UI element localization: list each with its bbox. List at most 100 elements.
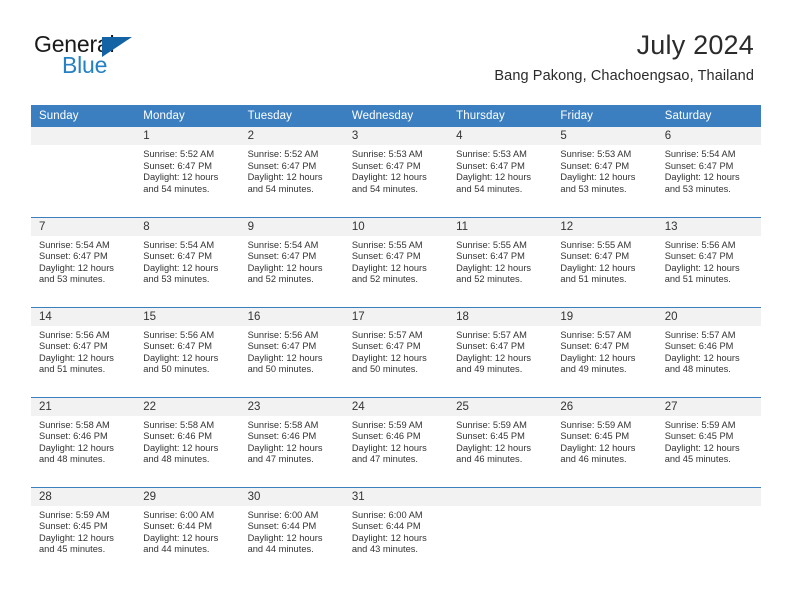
daylight-duration-line2: and 44 minutes.	[143, 544, 210, 555]
sunset-time: Sunset: 6:47 PM	[351, 251, 421, 262]
day-sun-info: Sunrise: 5:55 AM Sunset: 6:47 PM Daylight:…	[552, 236, 656, 286]
day-cell-content: 8 Sunrise: 5:54 AM Sunset: 6:47 PM Daylight…	[135, 217, 240, 307]
day-number: 28	[31, 487, 136, 506]
sunrise-time: Sunrise: 5:54 AM	[143, 239, 215, 250]
calendar-day-cell[interactable]: 25 Sunrise: 5:59 AM Sunset: 6:45 PM Dayligh…	[448, 396, 553, 487]
calendar-day-cell[interactable]: 9 Sunrise: 5:54 AM Sunset: 6:47 PM Daylight…	[239, 216, 344, 307]
title-block: July 2024 Bang Pakong, Chachoengsao, Tha…	[494, 30, 754, 84]
general-blue-logo[interactable]: General Blue	[34, 33, 254, 81]
calendar-day-cell[interactable]: 7 Sunrise: 5:54 AM Sunset: 6:47 PM Daylight…	[31, 216, 136, 307]
day-cell-content: 4 Sunrise: 5:53 AM Sunset: 6:47 PM Daylight…	[448, 127, 553, 216]
sunrise-time: Sunrise: 5:53 AM	[560, 149, 632, 159]
sunset-time: Sunset: 6:45 PM	[664, 431, 734, 442]
weekday-header-sunday: Sunday	[31, 105, 136, 127]
sunset-time: Sunset: 6:45 PM	[560, 431, 630, 442]
calendar-day-cell[interactable]: 13 Sunrise: 5:56 AM Sunset: 6:47 PM Dayligh…	[656, 216, 761, 307]
calendar-day-cell[interactable]: 26 Sunrise: 5:59 AM Sunset: 6:45 PM Dayligh…	[552, 396, 657, 487]
calendar-day-cell[interactable]: 20 Sunrise: 5:57 AM Sunset: 6:46 PM Dayligh…	[656, 306, 761, 397]
day-sun-info: Sunrise: 5:52 AM Sunset: 6:47 PM Daylight:…	[135, 145, 239, 195]
sunrise-time: Sunrise: 5:59 AM	[351, 419, 423, 430]
day-cell-content: 7 Sunrise: 5:54 AM Sunset: 6:47 PM Daylight…	[31, 217, 136, 307]
sunrise-time: Sunrise: 5:54 AM	[247, 239, 319, 250]
day-sun-info: Sunrise: 5:59 AM Sunset: 6:45 PM Daylight:…	[31, 506, 135, 556]
daylight-duration-line1: Daylight: 12 hours	[351, 262, 427, 273]
sunset-time: Sunset: 6:47 PM	[143, 160, 213, 171]
calendar-day-cell[interactable]: 14 Sunrise: 5:56 AM Sunset: 6:47 PM Dayligh…	[31, 306, 136, 397]
day-cell-content: 17 Sunrise: 5:57 AM Sunset: 6:47 PM Dayligh…	[343, 307, 449, 397]
daylight-duration-line2: and 47 minutes.	[351, 454, 418, 465]
calendar-day-cell[interactable]: 6 Sunrise: 5:54 AM Sunset: 6:47 PM Daylight…	[656, 127, 761, 217]
daylight-duration-line2: and 47 minutes.	[247, 454, 314, 465]
day-number: 1	[135, 127, 240, 145]
day-sun-info: Sunrise: 5:57 AM Sunset: 6:47 PM Daylight:…	[552, 326, 656, 376]
calendar-day-cell[interactable]: 22 Sunrise: 5:58 AM Sunset: 6:46 PM Dayligh…	[135, 396, 240, 487]
day-cell-content	[552, 487, 657, 577]
daylight-duration-line2: and 52 minutes.	[247, 274, 314, 285]
calendar-day-cell[interactable]: 23 Sunrise: 5:58 AM Sunset: 6:46 PM Dayligh…	[239, 396, 344, 487]
day-sun-info: Sunrise: 5:53 AM Sunset: 6:47 PM Daylight:…	[344, 145, 448, 195]
sunset-time: Sunset: 6:46 PM	[664, 341, 734, 352]
calendar-day-cell[interactable]: 18 Sunrise: 5:57 AM Sunset: 6:47 PM Dayligh…	[448, 306, 553, 397]
day-cell-content: 22 Sunrise: 5:58 AM Sunset: 6:46 PM Dayligh…	[135, 397, 240, 487]
sunrise-time: Sunrise: 5:53 AM	[456, 149, 527, 159]
calendar-day-cell[interactable]: 2 Sunrise: 5:52 AM Sunset: 6:47 PM Daylight…	[239, 127, 344, 217]
day-number: 11	[448, 217, 553, 236]
calendar-day-cell[interactable]: 4 Sunrise: 5:53 AM Sunset: 6:47 PM Daylight…	[448, 127, 553, 217]
logo-text-blue: Blue	[62, 52, 108, 78]
day-number: 7	[31, 217, 136, 236]
day-number	[448, 487, 553, 506]
day-cell-content: 18 Sunrise: 5:57 AM Sunset: 6:47 PM Dayligh…	[448, 307, 553, 397]
day-number: 21	[31, 397, 136, 416]
daylight-duration-line2: and 49 minutes.	[456, 364, 523, 375]
calendar-week-row: 21 Sunrise: 5:58 AM Sunset: 6:46 PM Dayligh…	[31, 396, 761, 487]
day-number: 10	[343, 217, 449, 236]
calendar-day-cell[interactable]: 3 Sunrise: 5:53 AM Sunset: 6:47 PM Daylight…	[343, 127, 449, 217]
daylight-duration-line2: and 53 minutes.	[560, 183, 627, 194]
calendar-day-cell[interactable]: 30 Sunrise: 6:00 AM Sunset: 6:44 PM Dayligh…	[239, 486, 344, 577]
daylight-duration-line1: Daylight: 12 hours	[247, 262, 323, 273]
sunset-time: Sunset: 6:47 PM	[664, 160, 734, 171]
calendar-day-cell[interactable]: 17 Sunrise: 5:57 AM Sunset: 6:47 PM Dayligh…	[343, 306, 449, 397]
calendar-day-cell[interactable]: 15 Sunrise: 5:56 AM Sunset: 6:47 PM Dayligh…	[135, 306, 240, 397]
calendar-day-cell[interactable]: 5 Sunrise: 5:53 AM Sunset: 6:47 PM Daylight…	[552, 127, 657, 217]
daylight-duration-line1: Daylight: 12 hours	[247, 172, 323, 183]
sunset-time: Sunset: 6:47 PM	[39, 341, 108, 352]
daylight-duration-line2: and 45 minutes.	[39, 544, 106, 555]
daylight-duration-line1: Daylight: 12 hours	[456, 262, 532, 273]
location-subtitle: Bang Pakong, Chachoengsao, Thailand	[494, 68, 754, 85]
day-sun-info: Sunrise: 5:57 AM Sunset: 6:47 PM Daylight:…	[344, 326, 448, 376]
day-cell-content	[31, 127, 136, 216]
day-sun-info: Sunrise: 5:54 AM Sunset: 6:47 PM Daylight:…	[31, 236, 135, 286]
day-number: 6	[656, 127, 761, 145]
sunrise-time: Sunrise: 5:55 AM	[456, 239, 527, 250]
calendar-day-cell[interactable]: 19 Sunrise: 5:57 AM Sunset: 6:47 PM Dayligh…	[552, 306, 657, 397]
daylight-duration-line2: and 54 minutes.	[456, 183, 523, 194]
sunrise-time: Sunrise: 5:59 AM	[39, 509, 110, 520]
daylight-duration-line1: Daylight: 12 hours	[39, 262, 114, 273]
sunset-time: Sunset: 6:44 PM	[351, 521, 421, 532]
daylight-duration-line1: Daylight: 12 hours	[351, 532, 427, 543]
day-cell-content: 6 Sunrise: 5:54 AM Sunset: 6:47 PM Daylight…	[656, 127, 761, 216]
sunrise-time: Sunrise: 5:58 AM	[39, 419, 110, 430]
daylight-duration-line1: Daylight: 12 hours	[664, 172, 740, 183]
calendar-day-cell[interactable]: 16 Sunrise: 5:56 AM Sunset: 6:47 PM Dayligh…	[239, 306, 344, 397]
calendar-day-cell[interactable]: 11 Sunrise: 5:55 AM Sunset: 6:47 PM Dayligh…	[448, 216, 553, 307]
daylight-duration-line2: and 54 minutes.	[351, 183, 418, 194]
calendar-day-cell[interactable]: 10 Sunrise: 5:55 AM Sunset: 6:47 PM Dayligh…	[343, 216, 449, 307]
day-number: 25	[448, 397, 553, 416]
calendar-day-cell[interactable]: 1 Sunrise: 5:52 AM Sunset: 6:47 PM Daylight…	[135, 127, 240, 217]
calendar-day-cell[interactable]: 8 Sunrise: 5:54 AM Sunset: 6:47 PM Daylight…	[135, 216, 240, 307]
calendar-day-cell[interactable]: 29 Sunrise: 6:00 AM Sunset: 6:44 PM Dayligh…	[135, 486, 240, 577]
day-cell-content: 28 Sunrise: 5:59 AM Sunset: 6:45 PM Dayligh…	[31, 487, 136, 577]
sunset-time: Sunset: 6:47 PM	[456, 341, 525, 352]
calendar-day-cell[interactable]: 24 Sunrise: 5:59 AM Sunset: 6:46 PM Dayligh…	[343, 396, 449, 487]
day-number: 15	[135, 307, 240, 326]
calendar-day-cell[interactable]: 27 Sunrise: 5:59 AM Sunset: 6:45 PM Dayligh…	[656, 396, 761, 487]
day-sun-info: Sunrise: 5:59 AM Sunset: 6:45 PM Daylight:…	[657, 416, 761, 466]
sunrise-time: Sunrise: 5:57 AM	[351, 329, 423, 340]
day-cell-content: 15 Sunrise: 5:56 AM Sunset: 6:47 PM Dayligh…	[135, 307, 240, 397]
calendar-day-cell[interactable]: 28 Sunrise: 5:59 AM Sunset: 6:45 PM Dayligh…	[31, 486, 136, 577]
calendar-day-cell[interactable]: 12 Sunrise: 5:55 AM Sunset: 6:47 PM Dayligh…	[552, 216, 657, 307]
calendar-day-cell[interactable]: 21 Sunrise: 5:58 AM Sunset: 6:46 PM Dayligh…	[31, 396, 136, 487]
calendar-day-cell[interactable]: 31 Sunrise: 6:00 AM Sunset: 6:44 PM Dayligh…	[343, 486, 449, 577]
